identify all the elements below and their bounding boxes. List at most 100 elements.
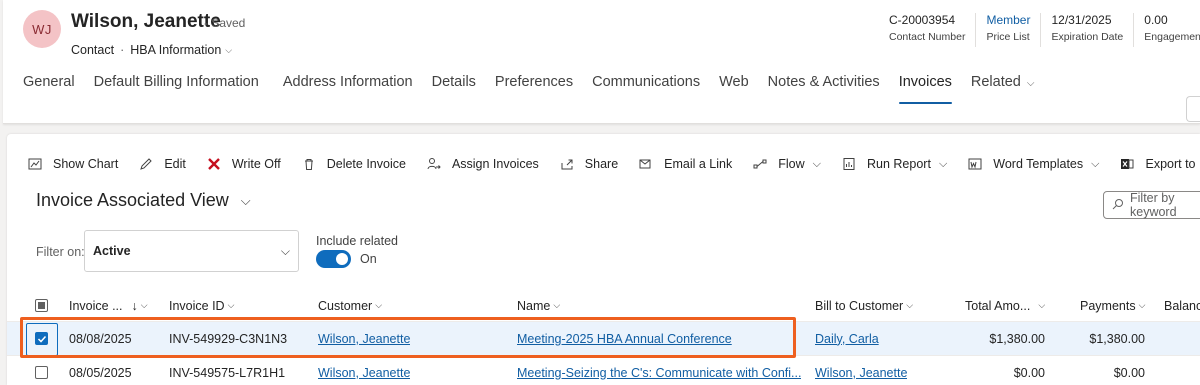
chevron-down-icon: ⌵ [375,300,383,310]
word-icon [967,156,983,172]
chevron-down-icon: ⌵ [1038,300,1046,310]
command-label: Assign Invoices [451,157,539,171]
view-selector[interactable]: Invoice Associated View ⌵ [36,190,251,211]
edit-button[interactable]: Edit [128,148,196,180]
command-label: Write Off [231,157,281,171]
column-label: Balance [1164,298,1200,313]
chevron-down-icon: ⌵ [240,192,251,208]
assign-invoices-button[interactable]: Assign Invoices [416,148,549,180]
chevron-down-icon: ⌵ [938,157,948,170]
chevron-down-icon: ⌵ [225,44,233,55]
share-button[interactable]: Share [549,148,628,180]
header-field-label: Contact Number [889,31,966,43]
toggle-knob [336,253,348,265]
view-title: Invoice Associated View [36,190,229,210]
header-field-value[interactable]: Member [986,13,1030,28]
tab-related[interactable]: Related ⌵ [971,74,1035,104]
chevron-down-icon: ⌵ [227,300,235,310]
chevron-down-icon: ⌵ [1138,300,1146,310]
export-to-excel-button[interactable]: Export to Excel [1109,148,1200,180]
column-label: Bill to Customer [815,298,904,313]
tab-invoices[interactable]: Invoices [898,74,953,104]
column-header-bill-to-customer[interactable]: Bill to Customer ⌵ [815,299,913,313]
command-label: Show Chart [53,157,119,171]
cell-invoice-id: INV-549929-C3N1N3 [169,331,288,346]
write-off-button[interactable]: Write Off [196,148,291,180]
header-field-expiration-date: 12/31/2025 Expiration Date [1040,13,1133,47]
column-header-invoice-date[interactable]: Invoice ... ↓ ⌵ [69,299,148,313]
flow-button[interactable]: Flow ⌵ [742,148,831,180]
select-all-checkbox[interactable] [35,299,48,312]
scroll-button[interactable] [1186,96,1200,122]
header-field-label: Engagement [1144,31,1200,43]
column-header-balance[interactable]: Balance [1164,299,1200,313]
tab-details[interactable]: Details [432,74,476,104]
email-a-link-button[interactable]: Email a Link [628,148,742,180]
row-checkbox[interactable] [35,332,48,345]
record-header: WJ Wilson, Jeanette - Saved Contact · HB… [3,0,1200,124]
header-field-label: Price List [986,31,1030,43]
tab-communications[interactable]: Communications [592,74,700,104]
person-arrow-icon [426,156,442,172]
separator: · [120,43,125,57]
tab-preferences[interactable]: Preferences [495,74,573,104]
cell-bill-to-link[interactable]: Daily, Carla [815,332,879,346]
table-row[interactable]: 08/08/2025 INV-549929-C3N1N3 Wilson, Jea… [7,322,1200,356]
record-subtitle: Contact · HBA Information ⌵ [71,43,232,57]
table-row[interactable]: 08/05/2025 INV-549575-L7R1H1 Wilson, Jea… [7,356,1200,385]
column-header-invoice-id[interactable]: Invoice ID ⌵ [169,299,234,313]
tab-address-information[interactable]: Address Information [283,74,413,104]
column-header-customer[interactable]: Customer ⌵ [318,299,382,313]
form-selector[interactable]: HBA Information ⌵ [130,43,232,57]
tab-label: Details [431,74,476,90]
header-field-value: 0.00 [1144,13,1168,27]
chart-icon [27,156,43,172]
tab-label: Web [719,74,749,90]
cell-name-link[interactable]: Meeting-2025 HBA Annual Conference [517,332,732,346]
cell-bill-to-link[interactable]: Wilson, Jeanette [815,366,907,380]
chevron-down-icon: ⌵ [140,300,148,310]
tab-web[interactable]: Web [719,74,749,104]
column-label: Invoice ID [169,298,225,313]
column-header-total-amount[interactable]: Total Amo... ⌵ [965,299,1045,313]
cell-customer-link[interactable]: Wilson, Jeanette [318,332,410,346]
tab-default-billing-information[interactable]: Default Billing Information [94,74,259,104]
indeterminate-mark [38,302,45,309]
row-checkbox[interactable] [35,366,48,379]
header-field-engagement: 0.00 Engagement [1133,13,1200,47]
tab-label: Related [970,74,1021,90]
command-label: Flow [778,157,805,171]
email-link-icon [638,156,654,172]
column-label: Invoice ... [69,298,123,313]
command-label: Share [584,157,619,171]
chevron-down-icon: ⌵ [812,157,821,170]
column-label: Total Amo... [965,298,1031,313]
command-label: Word Templates [993,157,1084,171]
cell-name-link[interactable]: Meeting-Seizing the C's: Communicate wit… [517,366,801,380]
search-icon [1112,198,1124,213]
header-field-label: Expiration Date [1051,31,1124,43]
header-field-price-list: Member Price List [975,13,1040,47]
column-header-name[interactable]: Name ⌵ [517,299,560,313]
pencil-icon [138,156,154,172]
include-related-toggle[interactable] [316,250,351,268]
subgrid-panel: Show Chart Edit Write Off Delete Invoice… [7,134,1200,385]
tab-label: Notes & Activities [767,74,880,90]
filter-on-select[interactable]: Active ⌵ [84,230,299,272]
cell-customer-link[interactable]: Wilson, Jeanette [318,366,410,380]
column-header-payments[interactable]: Payments ⌵ [1080,299,1145,313]
column-label: Name [517,298,551,313]
filter-keyword-input[interactable]: Filter by keyword [1103,191,1200,219]
x-mark-icon [206,156,222,172]
word-templates-button[interactable]: Word Templates ⌵ [957,148,1109,180]
tab-notes-activities[interactable]: Notes & Activities [768,74,880,104]
run-report-button[interactable]: Run Report ⌵ [831,148,957,180]
cell-payments: $0.00 [1113,365,1145,380]
tab-general[interactable]: General [23,74,75,104]
excel-icon [1119,156,1135,172]
report-icon [841,156,857,172]
show-chart-button[interactable]: Show Chart [7,148,128,180]
record-name: Wilson, Jeanette [71,11,221,32]
column-label: Payments [1080,298,1136,313]
delete-invoice-button[interactable]: Delete Invoice [291,148,416,180]
